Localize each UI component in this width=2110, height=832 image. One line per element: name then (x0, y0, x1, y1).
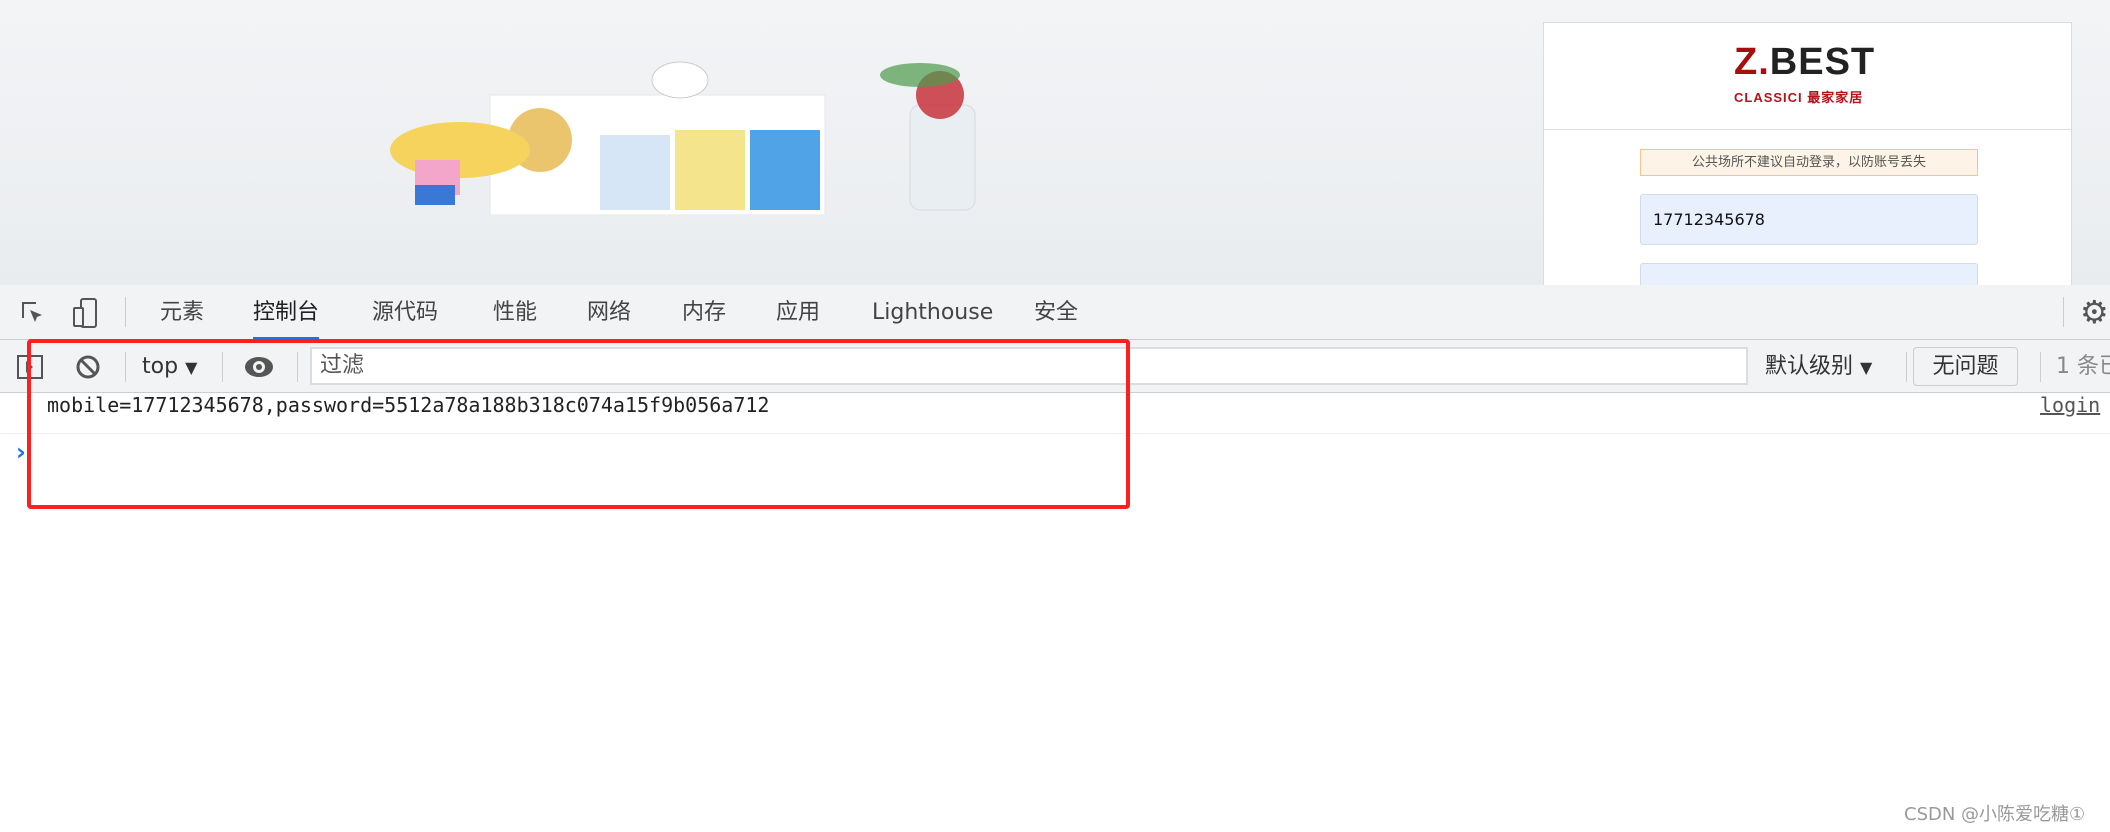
divider (2063, 297, 2064, 327)
divider (125, 297, 126, 327)
log-message: mobile=17712345678,password=5512a78a188b… (47, 393, 770, 417)
password-input[interactable] (1640, 263, 1978, 285)
tab-elements[interactable]: 元素 (160, 285, 204, 340)
tab-security[interactable]: 安全 (1034, 285, 1078, 340)
issues-button[interactable]: 无问题 (1913, 347, 2018, 386)
sidebar-toggle-icon[interactable] (16, 354, 44, 380)
hidden-messages-count: 1 条已 (2056, 354, 2110, 379)
mobile-input[interactable]: 17712345678 (1640, 194, 1978, 245)
filter-input[interactable]: 过滤 (310, 347, 1748, 385)
devtools-tab-bar: 元素 控制台 源代码 性能 网络 内存 应用 Lighthouse 安全 ⚙ (0, 285, 2110, 340)
tab-memory[interactable]: 内存 (682, 285, 726, 340)
watermark: CSDN @小陈爱吃糖① (1904, 804, 2086, 825)
clear-console-icon[interactable] (74, 353, 102, 381)
login-panel: Z.BEST CLASSICI 最家家居 公共场所不建议自动登录，以防账号丢失 … (1543, 22, 2072, 285)
log-level-value: 默认级别 (1765, 354, 1854, 379)
login-header: Z.BEST CLASSICI 最家家居 (1544, 23, 2071, 130)
console-toolbar: top ▼ 过滤 默认级别 ▼ 无问题 1 条已 (0, 340, 2110, 393)
tab-console[interactable]: 控制台 (253, 285, 320, 340)
console-log-row: mobile=17712345678,password=5512a78a188b… (0, 393, 2110, 434)
notice-banner: 公共场所不建议自动登录，以防账号丢失 (1640, 149, 1978, 176)
logo-subtitle: CLASSICI 最家家居 (1734, 90, 1864, 105)
divider (297, 352, 298, 382)
inspect-element-icon[interactable] (20, 300, 46, 326)
divider (222, 352, 223, 382)
tab-lighthouse[interactable]: Lighthouse (872, 285, 993, 340)
context-selector[interactable]: top ▼ (142, 340, 197, 394)
web-page: Z.BEST CLASSICI 最家家居 公共场所不建议自动登录，以防账号丢失 … (0, 0, 2110, 285)
tab-performance[interactable]: 性能 (493, 285, 537, 340)
logo: Z.BEST (1734, 41, 1876, 83)
divider (1906, 352, 1907, 382)
log-source-link[interactable]: login (2040, 393, 2100, 417)
hero-image (390, 61, 976, 215)
divider (125, 352, 126, 382)
tab-network[interactable]: 网络 (587, 285, 631, 340)
device-toolbar-icon[interactable] (72, 297, 98, 329)
log-level-dropdown[interactable]: 默认级别 ▼ (1765, 340, 1872, 394)
context-value: top (142, 354, 179, 379)
divider (2040, 352, 2041, 382)
settings-gear-icon[interactable]: ⚙ (2080, 293, 2109, 331)
console-prompt[interactable]: › (16, 438, 26, 466)
dropdown-arrow-icon: ▼ (1860, 358, 1873, 377)
live-expression-eye-icon[interactable] (243, 354, 275, 380)
tab-application[interactable]: 应用 (776, 285, 820, 340)
tab-sources[interactable]: 源代码 (372, 285, 438, 340)
dropdown-arrow-icon: ▼ (185, 358, 198, 377)
